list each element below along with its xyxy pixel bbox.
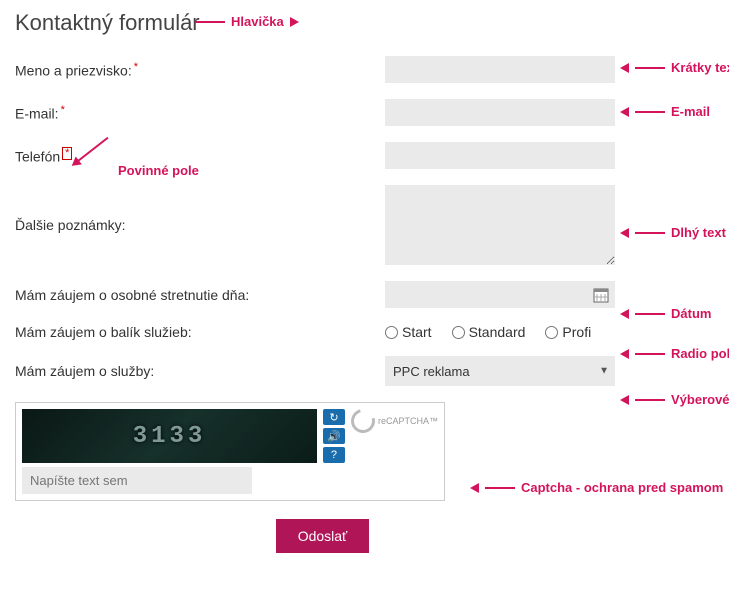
captcha-image: 3133 (22, 409, 317, 463)
captcha-refresh-button[interactable]: ↻ (323, 409, 345, 425)
required-mark-boxed: * (62, 147, 72, 160)
label-package: Mám záujem o balík služieb: (15, 324, 385, 340)
email-input[interactable] (385, 99, 615, 126)
label-name: Meno a priezvisko:* (15, 61, 385, 79)
captcha-help-button[interactable]: ? (323, 447, 345, 463)
label-services: Mám záujem o služby: (15, 363, 385, 379)
radio-standard[interactable]: Standard (452, 324, 526, 340)
label-notes: Ďalšie poznámky: (15, 217, 385, 233)
phone-input[interactable] (385, 142, 615, 169)
recaptcha-logo: reCAPTCHA™ (351, 409, 438, 433)
required-mark: * (61, 104, 65, 116)
anno-select: Výberové menu (620, 393, 729, 407)
anno-captcha: Captcha - ochrana pred spamom (470, 480, 723, 495)
captcha-audio-button[interactable]: 🔊 (323, 428, 345, 444)
radio-profi[interactable]: Profi (545, 324, 591, 340)
captcha-input[interactable] (22, 467, 252, 494)
submit-button[interactable]: Odoslať (276, 519, 370, 553)
anno-date: Dátum (620, 306, 711, 321)
name-input[interactable] (385, 56, 615, 83)
notes-textarea[interactable] (385, 185, 615, 265)
date-input[interactable] (385, 281, 615, 308)
label-email: E-mail:* (15, 104, 385, 122)
captcha-box: 3133 ↻ 🔊 ? reCAPTCHA™ (15, 402, 445, 501)
services-select[interactable]: PPC reklama (385, 356, 615, 386)
required-mark: * (134, 61, 138, 73)
calendar-icon[interactable] (593, 287, 609, 303)
label-meeting: Mám záujem o osobné stretnutie dňa: (15, 287, 385, 303)
radio-start[interactable]: Start (385, 324, 432, 340)
page-title: Kontaktný formulár (15, 10, 714, 36)
